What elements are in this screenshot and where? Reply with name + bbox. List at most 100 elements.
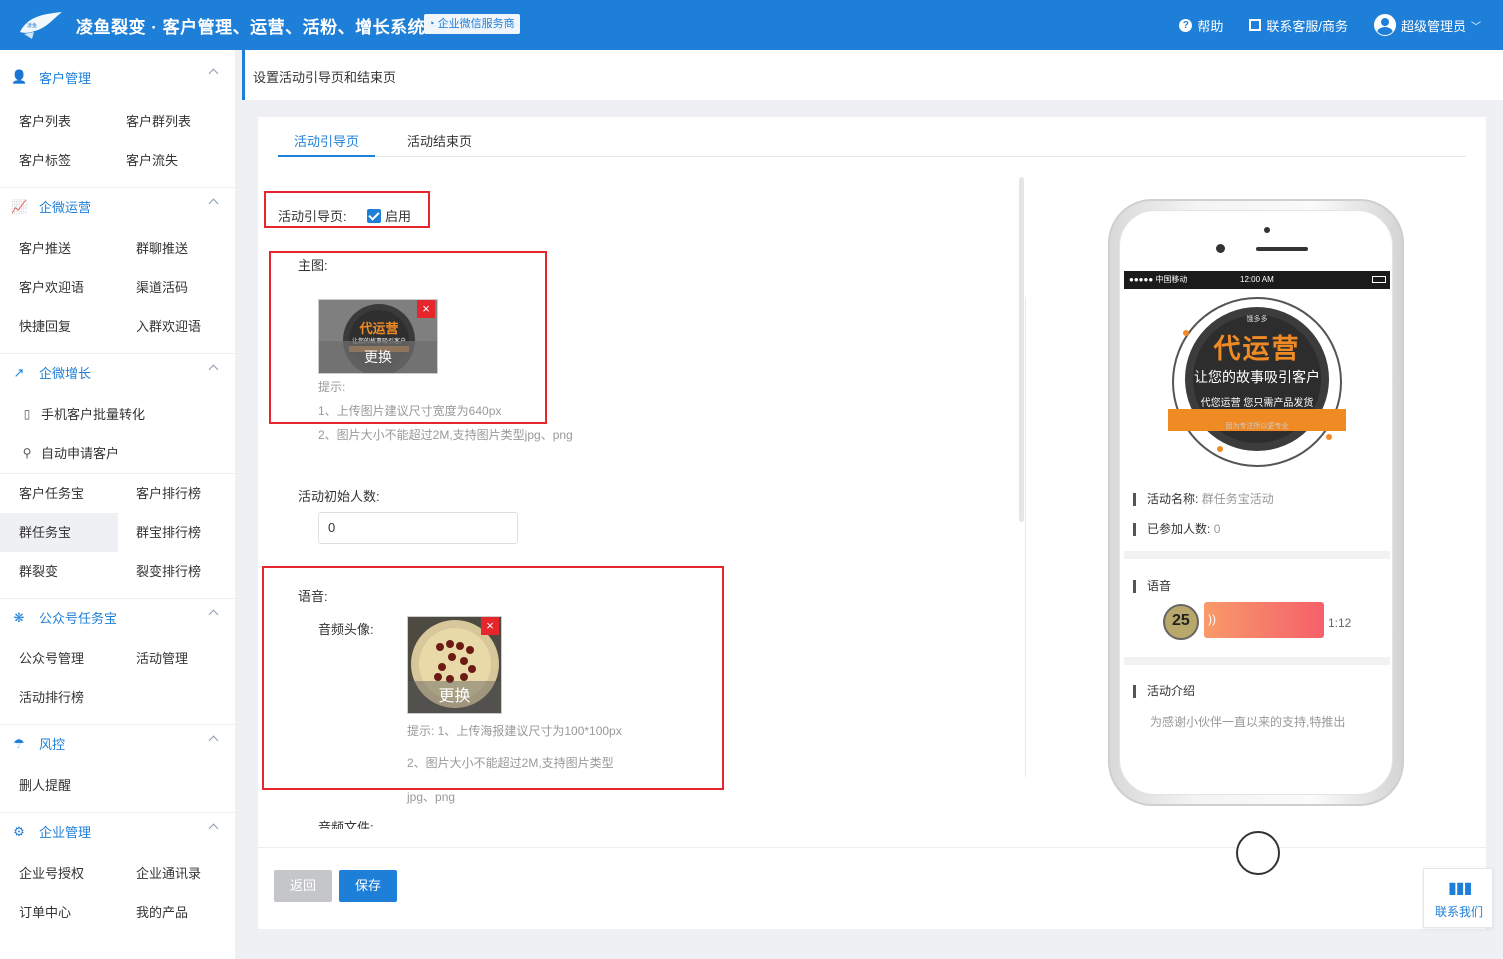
sidebar-item-customer-task[interactable]: 客户任务宝: [0, 474, 84, 513]
sidebar-item-customer-churn[interactable]: 客户流失: [107, 141, 178, 180]
sidebar-item-delete-alert[interactable]: 删人提醒: [0, 766, 71, 805]
voice-title: 语音: [1133, 580, 1171, 593]
guide-label: 活动引导页:: [278, 209, 347, 224]
back-button[interactable]: 返回: [274, 870, 332, 902]
poster-brand: 饿多多: [1246, 316, 1268, 323]
sidebar-item-address-book[interactable]: 企业通讯录: [117, 854, 201, 893]
sidebar-item-customer-rank[interactable]: 客户排行榜: [117, 474, 201, 513]
main-hint-2: 2、图片大小不能超过2M,支持图片类型jpg、png: [318, 428, 573, 442]
poster-footer: 因为专注所以更专业: [1225, 423, 1289, 430]
svg-text:凌鱼: 凌鱼: [27, 22, 37, 29]
voice-label: 语音:: [298, 589, 328, 604]
sidebar-section-risk[interactable]: ☂ 风控: [0, 724, 235, 762]
sidebar-item-activity-manage[interactable]: 活动管理: [117, 639, 188, 678]
sidebar-item-batch-convert[interactable]: ▯ 手机客户批量转化: [0, 395, 235, 434]
poster-ribbon: 代您运营 您只需产品发货: [1200, 398, 1314, 409]
logo-icon: 凌鱼: [20, 12, 62, 39]
sidebar-section-customer[interactable]: 👤 客户管理: [0, 58, 235, 96]
chevron-up-icon: [208, 735, 219, 746]
main-image-label: 主图:: [298, 258, 328, 273]
tab-end-page[interactable]: 活动结束页: [407, 131, 472, 157]
chart-icon: 📈: [11, 198, 28, 214]
save-button[interactable]: 保存: [339, 870, 397, 902]
chevron-up-icon: [208, 364, 219, 375]
breadcrumb: 设置活动引导页和结束页: [242, 50, 1503, 100]
sidebar-section-enterprise[interactable]: ⚙ 企业管理: [0, 812, 235, 850]
replace-button[interactable]: 更换: [408, 681, 501, 713]
guide-enable-checkbox[interactable]: 启用: [367, 206, 411, 225]
sidebar-item-customer-tags[interactable]: 客户标签: [0, 141, 71, 180]
poster-title: 代运营: [1213, 334, 1301, 364]
sidebar-item-group-task[interactable]: 群任务宝: [0, 513, 118, 552]
sensor-icon: [1264, 227, 1270, 233]
contact-us-label: 联系我们: [1434, 905, 1483, 919]
divider: [258, 847, 1486, 848]
close-icon[interactable]: ×: [481, 617, 499, 635]
cake-glyph: 25: [1172, 612, 1190, 629]
phone-screen: ●●●●● 中国移动 12:00 AM 饿多多 代运营 让您的故事吸引客户 代您…: [1124, 271, 1390, 737]
intro-text: 为感谢小伙伴一直以来的支持,特推出: [1150, 715, 1346, 729]
snowflake-icon: ❋: [13, 609, 25, 625]
sidebar-item-account-manage[interactable]: 公众号管理: [0, 639, 84, 678]
sidebar-item-orders[interactable]: 订单中心: [0, 893, 71, 932]
barcode-icon: ▮▮▮: [1448, 880, 1472, 897]
tab-guide-page[interactable]: 活动引导页: [278, 131, 376, 157]
sidebar-item-group-rank[interactable]: 群宝排行榜: [117, 513, 201, 552]
sidebar-item-customer-list[interactable]: 客户列表: [0, 102, 71, 141]
service-badge[interactable]: ◔ 企业微信服务商: [424, 14, 520, 34]
sidebar-section-official-account[interactable]: ❋ 公众号任务宝: [0, 598, 235, 636]
audio-player[interactable]: )): [1204, 602, 1324, 638]
sidebar-item-group-push[interactable]: 群聊推送: [117, 229, 188, 268]
chat-icon: ◔: [428, 18, 435, 30]
speaker-icon: [1256, 247, 1308, 251]
sidebar-item-welcome[interactable]: 客户欢迎语: [0, 268, 84, 307]
intro-title: 活动介绍: [1133, 685, 1195, 698]
battery-icon: [1372, 276, 1386, 283]
sidebar: 👤 客户管理 客户列表 客户群列表 客户标签 客户流失 📈 企微运营 客户推送 …: [0, 50, 235, 959]
scan-icon: [1249, 19, 1262, 31]
contact-service-link[interactable]: 联系客服/商务: [1249, 16, 1348, 35]
sidebar-item-group-welcome[interactable]: 入群欢迎语: [117, 307, 201, 346]
poster-subtitle: 让您的故事吸引客户: [1194, 369, 1320, 385]
chevron-up-icon: [208, 198, 219, 209]
sidebar-item-group-fission[interactable]: 群裂变: [0, 552, 58, 591]
checkbox-checked-icon: [367, 209, 381, 223]
sidebar-item-customer-push[interactable]: 客户推送: [0, 229, 71, 268]
svg-text:代运营: 代运营: [358, 321, 398, 337]
chevron-up-icon: [208, 68, 219, 79]
contact-us-button[interactable]: ▮▮▮ 联系我们: [1423, 868, 1493, 928]
sidebar-item-customer-group-list[interactable]: 客户群列表: [107, 102, 191, 141]
close-icon[interactable]: ×: [417, 300, 435, 318]
help-link[interactable]: ? 帮助: [1179, 16, 1223, 35]
audio-avatar-label: 音频头像:: [318, 622, 374, 637]
umbrella-icon: ☂: [13, 735, 25, 751]
sidebar-item-auto-apply[interactable]: ⚲ 自动申请客户: [0, 434, 235, 473]
activity-info-panel: 活动名称: 群任务宝活动 已参加人数: 0: [1124, 475, 1390, 551]
scrollbar[interactable]: [1019, 177, 1024, 522]
gear-icon: ⚙: [13, 823, 25, 839]
home-button-icon: [1236, 831, 1280, 875]
audio-hint-3: jpg、png: [407, 790, 456, 804]
voice-panel: 语音 25 )) 1:12: [1124, 559, 1390, 657]
poster-preview: 饿多多 代运营 让您的故事吸引客户 代您运营 您只需产品发货 因为专注所以更专业: [1124, 289, 1390, 475]
joined-count-row: 已参加人数: 0: [1133, 523, 1220, 536]
initial-count-input[interactable]: 0: [318, 512, 518, 544]
sidebar-section-growth[interactable]: ↗ 企微增长: [0, 353, 235, 391]
sidebar-item-activity-rank[interactable]: 活动排行榜: [0, 678, 84, 717]
replace-button[interactable]: 更换: [319, 341, 437, 373]
sidebar-item-quick-reply[interactable]: 快捷回复: [0, 307, 71, 346]
clock-text: 12:00 AM: [1240, 275, 1274, 284]
sound-wave-icon: )): [1208, 612, 1216, 626]
user-menu[interactable]: 超级管理员 ﹀: [1373, 14, 1481, 36]
sidebar-item-my-products[interactable]: 我的产品: [117, 893, 188, 932]
phone-icon: ▯: [23, 407, 31, 421]
app-title: 凌鱼裂变 · 客户管理、运营、活粉、增长系统: [76, 18, 426, 37]
chevron-up-icon: [208, 823, 219, 834]
help-icon: ?: [1179, 18, 1193, 32]
main-hint-1: 1、上传图片建议尺寸宽度为640px: [318, 404, 502, 418]
main-hint-title: 提示:: [318, 380, 346, 394]
sidebar-section-operation[interactable]: 📈 企微运营: [0, 187, 235, 225]
sidebar-item-enterprise-auth[interactable]: 企业号授权: [0, 854, 84, 893]
sidebar-item-fission-rank[interactable]: 裂变排行榜: [117, 552, 201, 591]
sidebar-item-channel-code[interactable]: 渠道活码: [117, 268, 188, 307]
